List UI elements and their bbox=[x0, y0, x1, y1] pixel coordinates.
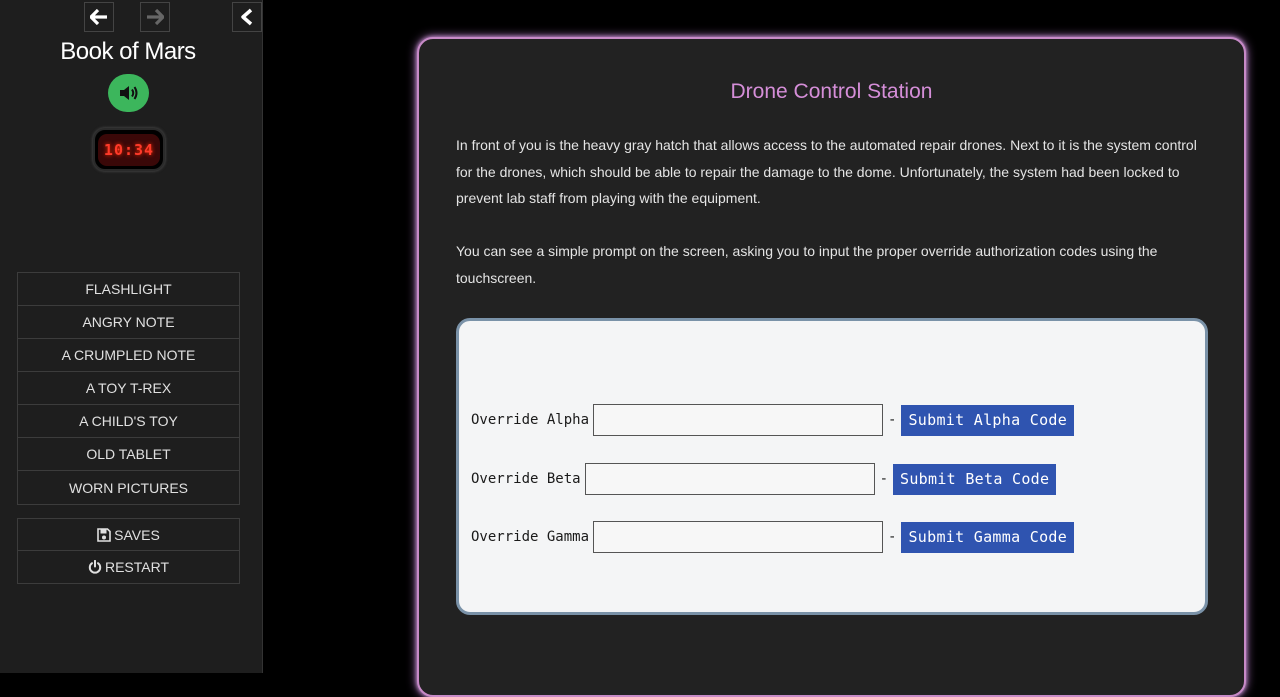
passage-paragraph: In front of you is the heavy gray hatch … bbox=[456, 137, 1197, 206]
inventory-item-label: ANGRY NOTE bbox=[82, 314, 175, 330]
override-row-gamma: Override Gamma - Submit Gamma Code bbox=[471, 520, 1075, 554]
inventory-item-label: A CHILD'S TOY bbox=[79, 413, 178, 429]
inventory-item-label: FLASHLIGHT bbox=[85, 281, 172, 297]
submit-beta-code-button[interactable]: Submit Beta Code bbox=[893, 463, 1057, 495]
inventory-item-childs-toy[interactable]: A CHILD'S TOY bbox=[18, 405, 239, 438]
collapse-sidebar-button[interactable] bbox=[232, 2, 262, 32]
clock-time: 10:34 bbox=[98, 133, 160, 166]
inventory-menu: FLASHLIGHT ANGRY NOTE A CRUMPLED NOTE A … bbox=[17, 272, 240, 505]
power-icon bbox=[88, 560, 102, 574]
inventory-item-label: OLD TABLET bbox=[86, 446, 171, 462]
clock-display: 10:34 bbox=[93, 128, 165, 171]
passage-paragraph: You can see a simple prompt on the scree… bbox=[456, 243, 1158, 286]
separator: - bbox=[879, 471, 889, 487]
override-gamma-input[interactable] bbox=[593, 521, 884, 553]
arrow-left-icon bbox=[90, 9, 107, 25]
override-terminal: Override Alpha - Submit Alpha Code Overr… bbox=[456, 318, 1208, 615]
back-button[interactable] bbox=[84, 2, 114, 32]
override-beta-label: Override Beta bbox=[471, 471, 581, 487]
override-gamma-label: Override Gamma bbox=[471, 529, 590, 545]
override-alpha-label: Override Alpha bbox=[471, 412, 590, 428]
submit-alpha-code-button[interactable]: Submit Alpha Code bbox=[901, 404, 1075, 436]
override-beta-input[interactable] bbox=[584, 463, 875, 495]
speaker-icon bbox=[119, 86, 137, 100]
story-title: Book of Mars bbox=[60, 38, 196, 65]
chevron-left-icon bbox=[241, 8, 253, 26]
inventory-item-label: A CRUMPLED NOTE bbox=[61, 347, 196, 363]
passage-title: Drone Control Station bbox=[730, 80, 933, 103]
override-row-beta: Override Beta - Submit Beta Code bbox=[471, 462, 1057, 496]
arrow-right-icon bbox=[147, 9, 164, 25]
sidebar: Book of Mars 10:34 FLASHLIGHT ANGRY NOTE… bbox=[0, 0, 263, 673]
inventory-item-angry-note[interactable]: ANGRY NOTE bbox=[18, 306, 239, 339]
inventory-item-toy-t-rex[interactable]: A TOY T-REX bbox=[18, 372, 239, 405]
inventory-item-crumpled-note[interactable]: A CRUMPLED NOTE bbox=[18, 339, 239, 372]
inventory-item-old-tablet[interactable]: OLD TABLET bbox=[18, 438, 239, 471]
passage-panel: Drone Control Station In front of you is… bbox=[417, 37, 1246, 697]
saves-button[interactable]: SAVES bbox=[18, 519, 239, 551]
submit-gamma-code-button[interactable]: Submit Gamma Code bbox=[901, 521, 1075, 553]
override-row-alpha: Override Alpha - Submit Alpha Code bbox=[471, 403, 1075, 437]
saves-label: SAVES bbox=[114, 526, 160, 543]
separator: - bbox=[888, 529, 897, 545]
inventory-item-label: A TOY T-REX bbox=[85, 380, 172, 396]
inventory-item-worn-pictures[interactable]: WORN PICTURES bbox=[18, 471, 239, 504]
separator: - bbox=[888, 412, 897, 428]
inventory-item-label: WORN PICTURES bbox=[69, 479, 188, 496]
forward-button[interactable] bbox=[140, 2, 170, 32]
audio-toggle-button[interactable] bbox=[108, 74, 149, 112]
floppy-disk-icon bbox=[97, 527, 111, 542]
system-menu: SAVES RESTART bbox=[17, 518, 240, 584]
inventory-item-flashlight[interactable]: FLASHLIGHT bbox=[18, 273, 239, 306]
restart-button[interactable]: RESTART bbox=[18, 551, 239, 583]
override-alpha-input[interactable] bbox=[593, 404, 884, 436]
restart-label: RESTART bbox=[104, 559, 170, 575]
